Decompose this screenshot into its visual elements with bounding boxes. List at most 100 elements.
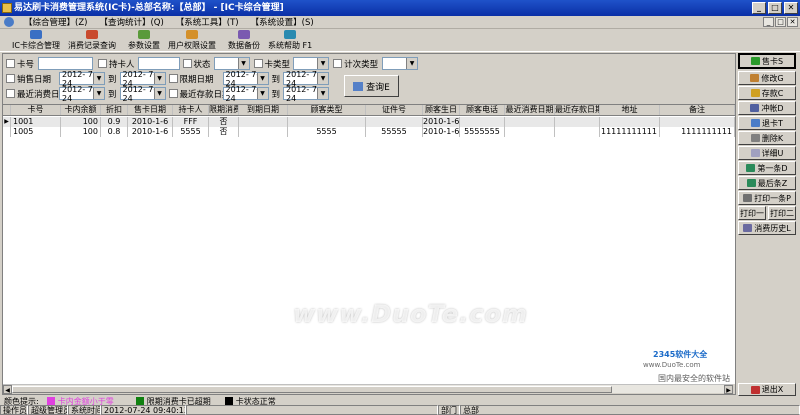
print-one-button[interactable]: 打印一条P <box>738 191 796 205</box>
status-checkbox[interactable] <box>182 59 192 68</box>
cell: 否 <box>209 127 239 137</box>
count-type-checkbox[interactable] <box>333 59 343 68</box>
table-row[interactable]: ▶ 1001 100 0.9 2010-1-6 FFF 否 2010-1-6 <box>3 117 735 127</box>
col-birthday[interactable]: 顾客生日 <box>423 105 460 115</box>
recent-deposit-to[interactable]: 2012- 7-24 <box>283 85 330 103</box>
col-remark[interactable]: 备注 <box>660 105 735 115</box>
cell: 5555 <box>288 127 366 137</box>
first-record-button[interactable]: 第一条D <box>738 161 796 175</box>
holder-input[interactable] <box>137 57 180 70</box>
menu-settings[interactable]: 【系统设置】(S) <box>245 16 320 28</box>
last-record-button[interactable]: 最后条Z <box>738 176 796 190</box>
button-label: 打印二 <box>770 208 794 218</box>
first-icon <box>746 164 756 172</box>
button-label: 退出X <box>761 385 784 394</box>
recent-spend-checkbox[interactable] <box>6 89 15 98</box>
button-label: 退卡T <box>762 118 783 128</box>
col-discount[interactable]: 折扣 <box>101 105 128 115</box>
col-customer-type[interactable]: 顾客类型 <box>288 105 366 115</box>
history-icon <box>743 224 753 232</box>
toolbar-params-button[interactable]: 参数设置 <box>124 30 164 51</box>
print-2-button[interactable]: 打印二 <box>768 206 796 220</box>
toolbar-permissions-button[interactable]: 用户权限设置 <box>164 30 220 51</box>
exit-button[interactable]: 退出X <box>738 383 796 396</box>
holder-checkbox[interactable] <box>98 59 108 68</box>
deposit-button[interactable]: 存款C <box>738 86 796 100</box>
close-button[interactable]: ✕ <box>784 2 798 14</box>
scroll-right-arrow-icon[interactable]: ▶ <box>724 385 733 394</box>
mdi-minimize-button[interactable]: _ <box>763 17 774 27</box>
col-recent-deposit[interactable]: 最近存款日期 <box>555 105 600 115</box>
sale-date-to[interactable]: 2012- 7-24 <box>119 70 166 88</box>
toolbar-ic-card-button[interactable]: IC卡综合管理 <box>8 30 64 51</box>
menu-query[interactable]: 【查询统计】(Q) <box>93 16 169 28</box>
scroll-thumb[interactable] <box>12 386 612 393</box>
col-limit[interactable]: 限期消费 <box>209 105 239 115</box>
col-recent-spend[interactable]: 最近消费日期 <box>505 105 555 115</box>
return-card-button[interactable]: 退卡T <box>738 116 796 130</box>
status-label: 状态 <box>193 59 211 70</box>
status-blank <box>186 405 438 415</box>
button-label: 详细U <box>761 148 784 158</box>
detail-icon <box>750 149 760 157</box>
recent-deposit-checkbox[interactable] <box>168 89 178 98</box>
query-button[interactable]: 查询E <box>344 75 399 97</box>
count-type-select[interactable] <box>382 57 419 70</box>
toolbar-records-button[interactable]: 消费记录查询 <box>64 30 120 51</box>
recent-deposit-from[interactable]: 2012- 7-24 <box>222 85 269 103</box>
col-balance[interactable]: 卡内余额 <box>61 105 101 115</box>
sale-date-checkbox[interactable] <box>6 74 15 83</box>
cell: 11111111111 <box>600 127 660 137</box>
cell: 55555 <box>366 127 423 137</box>
col-card-no[interactable]: 卡号 <box>11 105 61 115</box>
row-indicator: ▶ <box>3 117 11 127</box>
toolbar-backup-button[interactable]: 数据备份 <box>224 30 264 51</box>
sale-date-from[interactable]: 2012- 7-24 <box>59 70 105 88</box>
limit-date-from[interactable]: 2012- 7-24 <box>222 70 269 88</box>
card-no-checkbox[interactable] <box>6 59 15 68</box>
recent-spend-from[interactable]: 2012- 7-24 <box>59 85 105 103</box>
col-sale-date[interactable]: 售卡日期 <box>128 105 173 115</box>
query-icon <box>353 81 364 91</box>
edit-button[interactable]: 修改G <box>738 71 796 85</box>
cell: FFF <box>173 117 209 127</box>
toolbar-help-button[interactable]: 系统帮助 F1 <box>264 30 316 51</box>
button-label: 售卡S <box>761 56 784 66</box>
mdi-restore-button[interactable]: □ <box>775 17 786 27</box>
cell <box>288 117 366 127</box>
print-1-button[interactable]: 打印一 <box>738 206 766 220</box>
card-type-select[interactable] <box>293 57 330 70</box>
status-time-label: 系统时间 <box>68 405 101 415</box>
toolbar-label: 参数设置 <box>127 41 160 50</box>
recent-spend-to[interactable]: 2012- 7-24 <box>119 85 166 103</box>
card-type-checkbox[interactable] <box>253 59 263 68</box>
check-icon <box>750 57 760 65</box>
count-type-label: 计次类型 <box>344 59 379 70</box>
reverse-button[interactable]: 冲帐D <box>738 101 796 115</box>
menu-comprehensive[interactable]: 【综合管理】(Z) <box>18 16 93 28</box>
card-no-input[interactable] <box>38 57 94 70</box>
limit-date-checkbox[interactable] <box>168 74 178 83</box>
status-select[interactable] <box>213 57 250 70</box>
col-address[interactable]: 地址 <box>600 105 660 115</box>
menu-tools[interactable]: 【系统工具】(T) <box>170 16 245 28</box>
detail-button[interactable]: 详细U <box>738 146 796 160</box>
history-button[interactable]: 消费历史L <box>738 221 796 235</box>
limit-date-to[interactable]: 2012- 7-24 <box>283 70 330 88</box>
col-phone[interactable]: 顾客电话 <box>460 105 505 115</box>
button-label: 删除K <box>761 133 784 143</box>
button-label: 冲帐D <box>761 103 784 113</box>
last-icon <box>746 179 756 187</box>
sell-card-button[interactable]: 售卡S <box>738 53 796 69</box>
horizontal-scrollbar[interactable]: ◀ ▶ <box>3 384 733 394</box>
scroll-left-arrow-icon[interactable]: ◀ <box>3 385 12 394</box>
delete-button[interactable]: 删除K <box>738 131 796 145</box>
col-expire[interactable]: 到期日期 <box>239 105 288 115</box>
maximize-button[interactable]: □ <box>768 2 782 14</box>
col-id-no[interactable]: 证件号 <box>366 105 423 115</box>
minimize-button[interactable]: _ <box>752 2 766 14</box>
status-bar: 操作员 超级管理员 系统时间 2012-07-24 09:40:13 部门 总部 <box>0 405 800 415</box>
table-row[interactable]: 1005 100 0.8 2010-1-6 5555 否 5555 55555 … <box>3 127 735 137</box>
col-holder[interactable]: 持卡人 <box>173 105 209 115</box>
mdi-close-button[interactable]: ✕ <box>787 17 798 27</box>
